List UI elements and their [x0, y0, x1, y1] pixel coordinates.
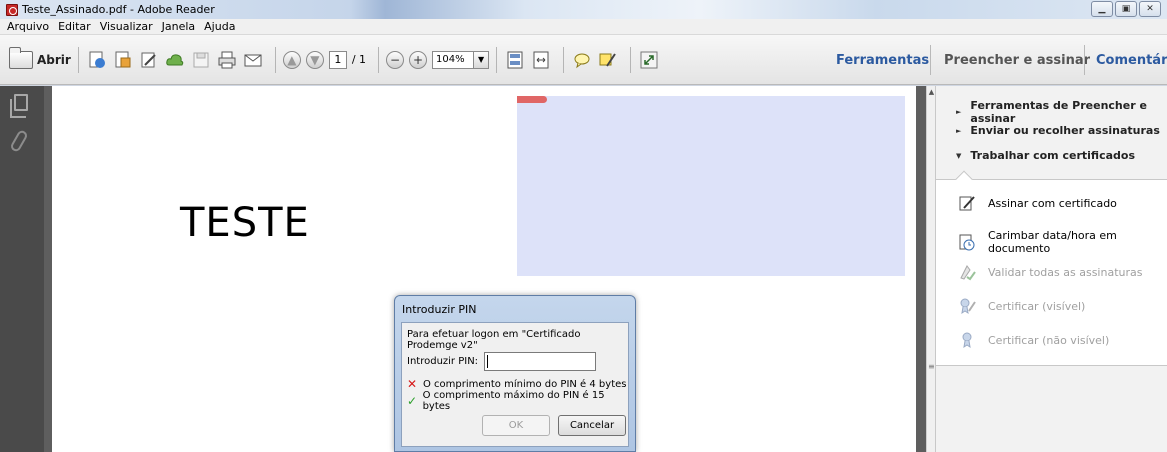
error-x-icon: ✕ — [407, 377, 418, 391]
pin-min-length-rule: ✕ O comprimento mínimo do PIN é 4 bytes — [407, 377, 626, 391]
tool-label: Assinar com certificado — [988, 196, 1117, 210]
menu-arquivo[interactable]: Arquivo — [7, 20, 49, 33]
ok-button[interactable]: OK — [482, 415, 550, 436]
toolbar-separator — [378, 46, 380, 73]
pin-label: Introduzir PIN: — [407, 356, 479, 367]
section-enviar-recolher[interactable]: ► Enviar ou recolher assinaturas — [956, 124, 1160, 137]
menu-visualizar[interactable]: Visualizar — [100, 20, 153, 33]
section-label: Trabalhar com certificados — [970, 149, 1135, 162]
tool-carimbar-data-hora[interactable]: Carimbar data/hora em documento — [958, 229, 1167, 255]
folder-open-icon[interactable] — [9, 46, 33, 69]
tool-label: Certificar (visível) — [988, 299, 1086, 313]
certify-invisible-icon — [958, 331, 976, 349]
tool-certificar-visivel[interactable]: Certificar (visível) — [958, 297, 1085, 315]
create-pdf-icon[interactable] — [86, 50, 108, 70]
toolbar-separator — [77, 46, 79, 73]
validate-signatures-icon — [958, 263, 976, 281]
email-icon[interactable] — [242, 50, 264, 70]
toolbar-separator — [563, 46, 565, 73]
timestamp-clock-icon — [958, 233, 976, 251]
close-button[interactable]: ✕ — [1139, 1, 1161, 17]
pin-dialog: Introduzir PIN Para efetuar logon em "Ce… — [394, 295, 636, 452]
minimize-button[interactable]: ▁ — [1091, 1, 1113, 17]
maximize-button[interactable]: ▣ — [1115, 1, 1137, 17]
attachments-paperclip-icon[interactable] — [9, 128, 29, 154]
next-page-icon[interactable]: ▼ — [305, 50, 324, 69]
open-button[interactable]: Abrir — [37, 53, 71, 67]
menu-janela[interactable]: Janela — [162, 20, 196, 33]
panel-resize-grip-icon[interactable]: ≡ — [928, 362, 935, 371]
zoom-dropdown-chevron-icon[interactable]: ▼ — [474, 50, 490, 69]
checkmark-icon: ✓ — [407, 394, 418, 408]
fit-page-icon[interactable] — [504, 50, 526, 70]
tool-validar-assinaturas[interactable]: Validar todas as assinaturas — [958, 263, 1142, 281]
menu-bar: Arquivo Editar Visualizar Janela Ajuda — [0, 19, 1167, 35]
zoom-in-icon[interactable]: + — [409, 50, 428, 69]
certify-visible-icon — [958, 297, 976, 315]
toolbar: Abrir ▲ ▼ 1 / 1 − + 104% ▼ Ferramentas P… — [0, 35, 1167, 85]
vertical-scrollbar[interactable]: ▲ ≡ — [926, 86, 935, 452]
tab-divider — [1084, 45, 1085, 75]
page-total: / 1 — [351, 53, 367, 66]
page-thumbnails-icon[interactable] — [10, 94, 28, 118]
rule-text: O comprimento máximo do PIN é 15 bytes — [422, 390, 605, 412]
sign-pen-icon — [958, 194, 976, 212]
fit-width-icon[interactable] — [530, 50, 552, 70]
dialog-title: Introduzir PIN — [402, 303, 477, 316]
page-number-input[interactable]: 1 — [328, 50, 347, 69]
save-icon[interactable] — [190, 50, 212, 70]
dialog-message: Para efetuar logon em "Certificado Prode… — [407, 329, 581, 351]
pin-input[interactable] — [484, 352, 596, 371]
toolbar-separator — [630, 46, 632, 73]
menu-ajuda[interactable]: Ajuda — [204, 20, 235, 33]
tools-pane: ► Ferramentas de Preencher e assinar ► E… — [935, 86, 1167, 452]
signature-field[interactable] — [517, 96, 905, 276]
certificates-tools-list: Assinar com certificado Carimbar data/ho… — [936, 180, 1167, 366]
tab-comentario[interactable]: Comentário — [1096, 35, 1167, 85]
comment-bubble-icon[interactable] — [571, 50, 593, 70]
adobe-reader-icon — [6, 3, 18, 16]
signature-field-tag — [517, 96, 547, 103]
tab-ferramentas[interactable]: Ferramentas — [836, 35, 929, 85]
edit-pdf-icon[interactable] — [138, 50, 160, 70]
expand-icon[interactable] — [638, 50, 660, 70]
window-title: Teste_Assinado.pdf - Adobe Reader — [22, 3, 215, 16]
export-pdf-icon[interactable] — [112, 50, 134, 70]
highlight-icon[interactable] — [597, 50, 619, 70]
tool-label: Certificar (não visível) — [988, 333, 1110, 347]
previous-page-icon[interactable]: ▲ — [282, 50, 301, 69]
toolbar-separator — [496, 46, 498, 73]
section-trabalhar-certificados[interactable]: ▼ Trabalhar com certificados — [956, 149, 1135, 162]
tab-divider — [930, 45, 931, 75]
tool-label: Carimbar data/hora em documento — [988, 229, 1117, 255]
menu-editar[interactable]: Editar — [58, 20, 91, 33]
zoom-out-icon[interactable]: − — [386, 50, 405, 69]
triangle-down-icon: ▼ — [956, 151, 962, 160]
section-label: Enviar ou recolher assinaturas — [970, 124, 1160, 137]
document-text: TESTE — [180, 200, 310, 246]
section-label: Ferramentas de Preencher e assinar — [970, 99, 1147, 125]
section-ferramentas-preencher[interactable]: ► Ferramentas de Preencher e assinar — [956, 99, 1167, 125]
triangle-right-icon: ► — [956, 126, 962, 135]
cloud-upload-icon[interactable] — [164, 50, 186, 70]
navigation-pane — [0, 86, 44, 452]
tool-assinar-certificado[interactable]: Assinar com certificado — [958, 194, 1117, 212]
dialog-body: Para efetuar logon em "Certificado Prode… — [401, 322, 629, 447]
window-controls: ▁ ▣ ✕ — [1091, 1, 1161, 17]
triangle-right-icon: ► — [956, 108, 962, 116]
pin-max-length-rule: ✓ O comprimento máximo do PIN é 15 bytes — [407, 390, 628, 412]
print-icon[interactable] — [216, 50, 238, 70]
tool-label: Validar todas as assinaturas — [988, 265, 1143, 279]
toolbar-separator — [274, 46, 276, 73]
tool-certificar-nao-visivel[interactable]: Certificar (não visível) — [958, 331, 1109, 349]
cancel-button[interactable]: Cancelar — [558, 415, 626, 436]
tab-preencher-e-assinar[interactable]: Preencher e assinar — [944, 35, 1090, 85]
rule-text: O comprimento mínimo do PIN é 4 bytes — [423, 378, 627, 390]
title-bar: Teste_Assinado.pdf - Adobe Reader ▁ ▣ ✕ — [0, 0, 1167, 19]
zoom-level-input[interactable]: 104% — [432, 50, 475, 69]
